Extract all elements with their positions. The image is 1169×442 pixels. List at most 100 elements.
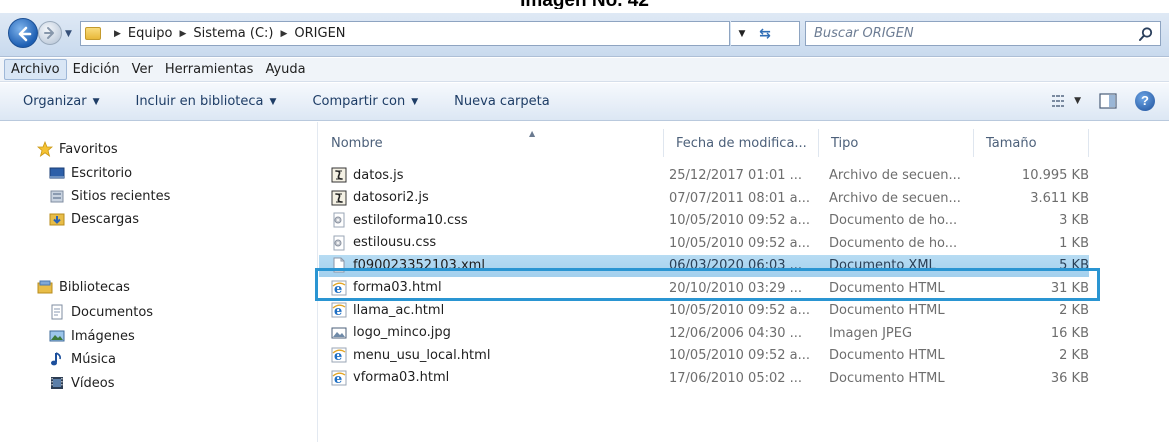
nav-downloads[interactable]: Descargas xyxy=(49,209,139,229)
chevron-right-icon[interactable]: ▶ xyxy=(179,29,186,39)
folder-icon xyxy=(85,27,101,40)
file-name-cell: e menu_usu_local.html xyxy=(331,347,491,364)
file-row[interactable]: datosori2.js 07/07/2011 08:01 a... Archivo… xyxy=(319,188,1089,210)
help-icon[interactable]: ? xyxy=(1135,91,1155,111)
nav-label: Bibliotecas xyxy=(59,279,130,295)
organize-button[interactable]: Organizar ▼ xyxy=(12,90,110,113)
file-row[interactable]: e vforma03.html 17/06/2010 05:02 ... Docume… xyxy=(319,368,1089,390)
menu-herramientas[interactable]: Herramientas xyxy=(159,60,260,79)
nav-desktop[interactable]: Escritorio xyxy=(49,163,132,183)
menu-archivo[interactable]: Archivo xyxy=(4,59,67,80)
nav-label: Favoritos xyxy=(59,141,118,157)
breadcrumb-origen[interactable]: ORIGEN xyxy=(294,26,345,41)
nav-favorites[interactable]: Favoritos xyxy=(37,139,118,159)
file-name: menu_usu_local.html xyxy=(353,347,491,363)
file-type: Documento XML xyxy=(829,258,936,273)
menu-edicion[interactable]: Edición xyxy=(67,60,126,79)
script-icon xyxy=(331,167,347,183)
nav-videos[interactable]: Vídeos xyxy=(49,373,114,393)
file-name: estilousu.css xyxy=(353,235,437,250)
file-size: 1 KB xyxy=(1059,235,1089,251)
file-date: 12/06/2006 04:30 ... xyxy=(669,325,803,341)
file-row[interactable]: logo_minco.jpg 12/06/2006 04:30 ... Imagen… xyxy=(319,323,1089,345)
search-box[interactable] xyxy=(805,21,1161,46)
file-name-cell: logo_minco.jpg xyxy=(331,325,451,341)
column-header-name[interactable]: Nombre ▲ xyxy=(319,129,664,157)
file-date: 10/05/2010 09:52 a... xyxy=(669,213,811,228)
refresh-icon[interactable]: ⇆ xyxy=(753,26,777,42)
file-name: forma03.html xyxy=(353,280,442,295)
organize-label: Organizar xyxy=(23,94,87,109)
chevron-down-icon: ▼ xyxy=(92,96,100,107)
file-name: f090023352103.xml xyxy=(353,257,485,273)
nav-label: Sitios recientes xyxy=(71,188,171,204)
breadcrumb-equipo[interactable]: Equipo xyxy=(128,26,173,41)
file-type: Archivo de secuen... xyxy=(829,190,961,206)
file-row[interactable]: datos.js 25/12/2017 01:01 ... Archivo de s… xyxy=(319,165,1089,187)
column-header-size[interactable]: Tamaño xyxy=(974,129,1089,157)
back-button[interactable] xyxy=(8,18,38,48)
nav-images[interactable]: Imágenes xyxy=(49,326,135,346)
chevron-right-icon[interactable]: ▶ xyxy=(280,29,287,39)
back-arrow-icon xyxy=(18,26,32,42)
file-size: 3 KB xyxy=(1059,213,1089,228)
address-history-dropdown[interactable]: ▼ xyxy=(731,29,753,39)
recent-places-icon xyxy=(49,188,65,204)
nav-music[interactable]: Música xyxy=(49,349,116,369)
change-view-button[interactable]: ▼ xyxy=(1052,94,1081,108)
menu-ayuda[interactable]: Ayuda xyxy=(259,60,311,79)
preview-pane-icon[interactable] xyxy=(1099,93,1117,109)
file-row[interactable]: e llama_ac.html 10/05/2010 09:52 a... Docum… xyxy=(319,300,1089,322)
file-size: 36 KB xyxy=(1050,370,1089,386)
share-button[interactable]: Compartir con ▼ xyxy=(301,90,429,113)
menu-ver[interactable]: Ver xyxy=(126,60,159,79)
file-row[interactable]: e forma03.html 20/10/2010 03:29 ... Documen… xyxy=(319,278,1089,300)
address-row: ▼ ▶ Equipo ▶ Sistema (C:) ▶ ORIGEN ▼ ⇆ xyxy=(0,13,1169,57)
file-name: vforma03.html xyxy=(353,370,450,385)
file-size: 10.995 KB xyxy=(1021,168,1089,183)
breadcrumb-drive[interactable]: Sistema (C:) xyxy=(193,26,273,41)
nav-documents[interactable]: Documentos xyxy=(49,302,153,322)
file-name-cell: estiloforma10.css xyxy=(331,212,468,228)
html-file-icon: e xyxy=(331,280,347,297)
file-size: 2 KB xyxy=(1059,303,1089,318)
file-type: Documento HTML xyxy=(829,370,945,386)
nav-recent[interactable]: Sitios recientes xyxy=(49,186,170,206)
include-library-button[interactable]: Incluir en biblioteca ▼ xyxy=(124,90,287,113)
file-type: Documento de ho... xyxy=(829,235,958,251)
file-type: Documento de ho... xyxy=(829,213,958,228)
file-row[interactable]: estiloforma10.css 10/05/2010 09:52 a... Do… xyxy=(319,210,1089,232)
column-header-date[interactable]: Fecha de modifica... xyxy=(664,129,819,157)
file-type: Imagen JPEG xyxy=(829,325,913,341)
file-name: llama_ac.html xyxy=(353,302,445,318)
new-folder-button[interactable]: Nueva carpeta xyxy=(443,90,561,113)
chevron-right-icon[interactable]: ▶ xyxy=(114,29,121,39)
documents-icon xyxy=(49,304,65,320)
forward-button[interactable] xyxy=(38,21,62,45)
file-row[interactable]: estilousu.css 10/05/2010 09:52 a... Docume… xyxy=(319,233,1089,255)
libraries-icon xyxy=(37,279,53,295)
file-name-cell: datos.js xyxy=(331,167,404,183)
file-date: 06/03/2020 06:03 ... xyxy=(669,258,803,273)
script-icon xyxy=(331,190,347,206)
search-input[interactable] xyxy=(814,26,1124,41)
column-header-type[interactable]: Tipo xyxy=(819,129,974,157)
file-row-selected[interactable]: f090023352103.xml 06/03/2020 06:03 ... Doc… xyxy=(319,255,1089,277)
html-file-icon: e xyxy=(331,302,347,319)
address-bar[interactable]: ▶ Equipo ▶ Sistema (C:) ▶ ORIGEN xyxy=(80,21,730,46)
file-date: 10/05/2010 09:52 a... xyxy=(669,303,811,318)
file-size: 3.611 KB xyxy=(1030,190,1089,206)
nav-libraries[interactable]: Bibliotecas xyxy=(37,277,130,297)
file-row[interactable]: e menu_usu_local.html 10/05/2010 09:52 a..… xyxy=(319,345,1089,367)
image-file-icon xyxy=(331,325,347,341)
sort-ascending-icon: ▲ xyxy=(529,129,536,138)
file-size: 31 KB xyxy=(1050,280,1089,296)
chevron-down-icon: ▼ xyxy=(411,96,419,107)
nav-label: Descargas xyxy=(71,211,140,227)
menu-bar: Archivo Edición Ver Herramientas Ayuda xyxy=(0,58,1169,82)
recent-pages-dropdown[interactable]: ▼ xyxy=(65,29,72,39)
file-name-cell: e vforma03.html xyxy=(331,370,450,387)
html-file-icon: e xyxy=(331,347,347,364)
search-icon[interactable] xyxy=(1138,26,1154,42)
chevron-down-icon: ▼ xyxy=(1074,96,1081,106)
